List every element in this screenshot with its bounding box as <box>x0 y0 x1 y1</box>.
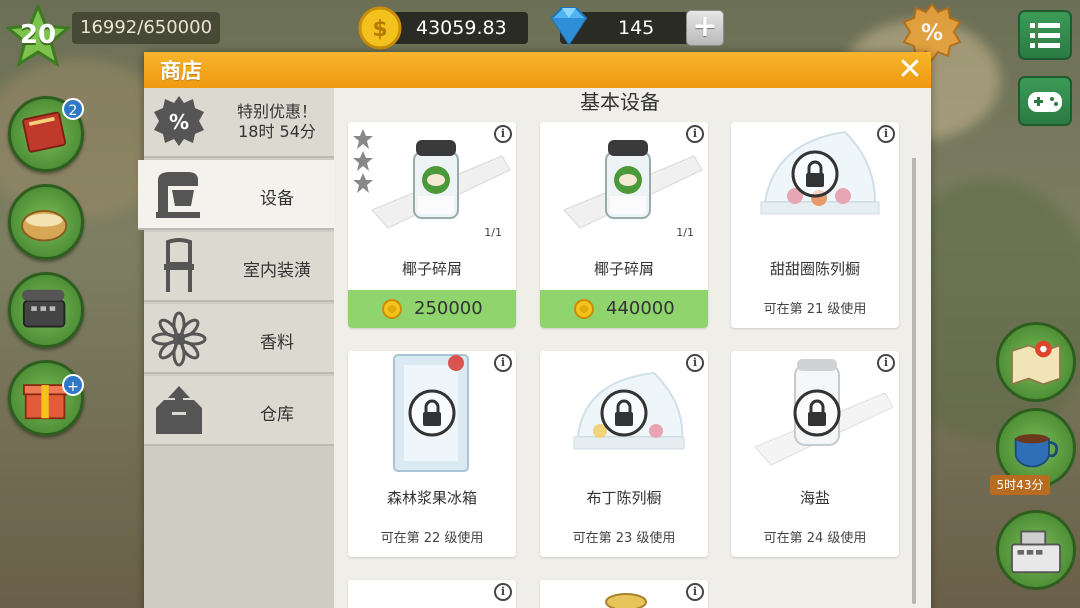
price-value: 250000 <box>414 298 483 319</box>
coin-icon <box>574 299 594 319</box>
item-name: 海盐 <box>799 489 830 507</box>
info-icon[interactable]: i <box>686 125 704 143</box>
price-value: 440000 <box>606 298 675 319</box>
star-anise-icon <box>151 311 207 367</box>
buy-price-button[interactable]: 440000 <box>540 290 708 328</box>
star-icon <box>353 173 373 193</box>
info-icon[interactable]: i <box>686 583 704 601</box>
special-offer-line1: 特别优惠！ <box>236 102 317 121</box>
scroll-thumb[interactable] <box>912 140 916 158</box>
unlock-requirement: 可在第 22 级使用 <box>380 531 484 546</box>
shop-item-card[interactable]: i 布丁陈列橱 可在第 23 级使用 <box>540 351 708 557</box>
item-name: 森林浆果冰箱 <box>386 489 477 507</box>
star-icon <box>353 129 373 149</box>
coffee-timer: 5时43分 <box>990 475 1050 495</box>
item-name: 椰子碎屑 <box>593 260 654 278</box>
shop-item-card[interactable]: i 1/1 椰子碎屑 250000 <box>348 122 516 328</box>
shop-item-card[interactable]: i 森林浆果冰箱 可在第 22 级使用 <box>348 351 516 557</box>
buy-price-button[interactable]: 250000 <box>348 290 516 328</box>
section-title: 基本设备 <box>580 90 660 114</box>
close-button[interactable]: ✕ <box>894 54 926 86</box>
stand-mixer-icon <box>156 172 200 218</box>
item-name: 甜甜圈陈列橱 <box>769 260 860 278</box>
coin-icon: $ <box>358 6 402 50</box>
shop-item-card[interactable]: i <box>540 580 708 608</box>
menu-button[interactable] <box>1018 10 1072 60</box>
svg-text:$: $ <box>372 17 387 42</box>
phone-button[interactable] <box>8 272 84 348</box>
svg-text:%: % <box>921 21 943 46</box>
shop-header: 商店 ✕ <box>144 52 931 88</box>
shop-item-card[interactable]: i 甜甜圈陈列橱 可在第 21 级使用 <box>731 122 899 328</box>
category-label: 室内装潢 <box>243 261 311 281</box>
category-special-offer[interactable]: % 特别优惠！ 18时 54分 <box>144 88 334 158</box>
gem-icon <box>550 7 588 46</box>
cash-register-icon <box>1011 530 1061 574</box>
shop-item-card[interactable]: i 海盐 可在第 24 级使用 <box>731 351 899 557</box>
box-icon <box>156 386 202 434</box>
info-icon[interactable]: i <box>494 583 512 601</box>
info-icon[interactable]: i <box>494 354 512 372</box>
category-label: 仓库 <box>260 405 294 425</box>
owned-count: 1/1 <box>484 226 502 239</box>
gift-badge: + <box>62 374 84 396</box>
category-label: 香料 <box>260 333 294 353</box>
game-center-button[interactable] <box>1018 76 1072 126</box>
coffee-cup-icon <box>1014 434 1059 468</box>
gamepad-icon <box>1028 92 1062 112</box>
scrollbar[interactable] <box>912 140 916 604</box>
chair-icon <box>164 238 194 292</box>
map-icon <box>1011 340 1061 386</box>
unlock-requirement: 可在第 21 级使用 <box>763 302 867 317</box>
category-spices[interactable]: 香料 <box>144 304 334 374</box>
add-gems-button[interactable]: + <box>686 10 724 46</box>
phone-icon <box>22 289 66 328</box>
info-icon[interactable]: i <box>686 354 704 372</box>
unlock-requirement: 可在第 24 级使用 <box>763 531 867 546</box>
owned-count: 1/1 <box>676 226 694 239</box>
recipes-badge: 2 <box>62 98 84 120</box>
category-storage[interactable]: 仓库 <box>144 376 334 446</box>
info-icon[interactable]: i <box>877 354 895 372</box>
shop-item-card[interactable]: i <box>348 580 516 608</box>
bowl-icon <box>21 210 68 242</box>
special-offer-timer: 18时 54分 <box>238 122 316 141</box>
donut-display-case-icon <box>760 130 880 215</box>
shop-window: 商店 ✕ % 特别优惠！ 18时 54分 设备 室内装潢 香料 仓库 基本设备 … <box>138 52 931 608</box>
shop-category-sidebar: % 特别优惠！ 18时 54分 设备 室内装潢 香料 仓库 <box>138 88 334 608</box>
coin-icon <box>382 299 402 319</box>
berry-fridge-icon <box>393 354 469 472</box>
item-name: 布丁陈列橱 <box>586 489 662 507</box>
gift-button[interactable] <box>8 360 84 436</box>
map-button[interactable] <box>996 322 1076 402</box>
xp-progress: 16992/650000 <box>72 12 220 44</box>
info-icon[interactable]: i <box>877 125 895 143</box>
svg-text:%: % <box>169 110 189 134</box>
category-equipment[interactable]: 设备 <box>138 160 334 230</box>
cash-register-button[interactable] <box>996 510 1076 590</box>
percent-icon: % <box>154 96 204 146</box>
sea-salt-jar-icon <box>754 359 894 466</box>
category-interior[interactable]: 室内装潢 <box>144 232 334 302</box>
category-label: 设备 <box>260 189 294 209</box>
info-icon[interactable]: i <box>494 125 512 143</box>
shop-title: 商店 <box>160 59 202 83</box>
shop-item-card[interactable]: i 1/1 椰子碎屑 440000 <box>540 122 708 328</box>
menu-icon <box>1030 23 1060 48</box>
cooking-button[interactable] <box>8 184 84 260</box>
item-name: 椰子碎屑 <box>401 260 462 278</box>
jar-lid-icon <box>605 593 647 608</box>
level-number: 20 <box>19 20 57 50</box>
star-icon <box>353 151 373 171</box>
unlock-requirement: 可在第 23 级使用 <box>572 531 676 546</box>
pudding-display-case-icon <box>573 371 685 450</box>
